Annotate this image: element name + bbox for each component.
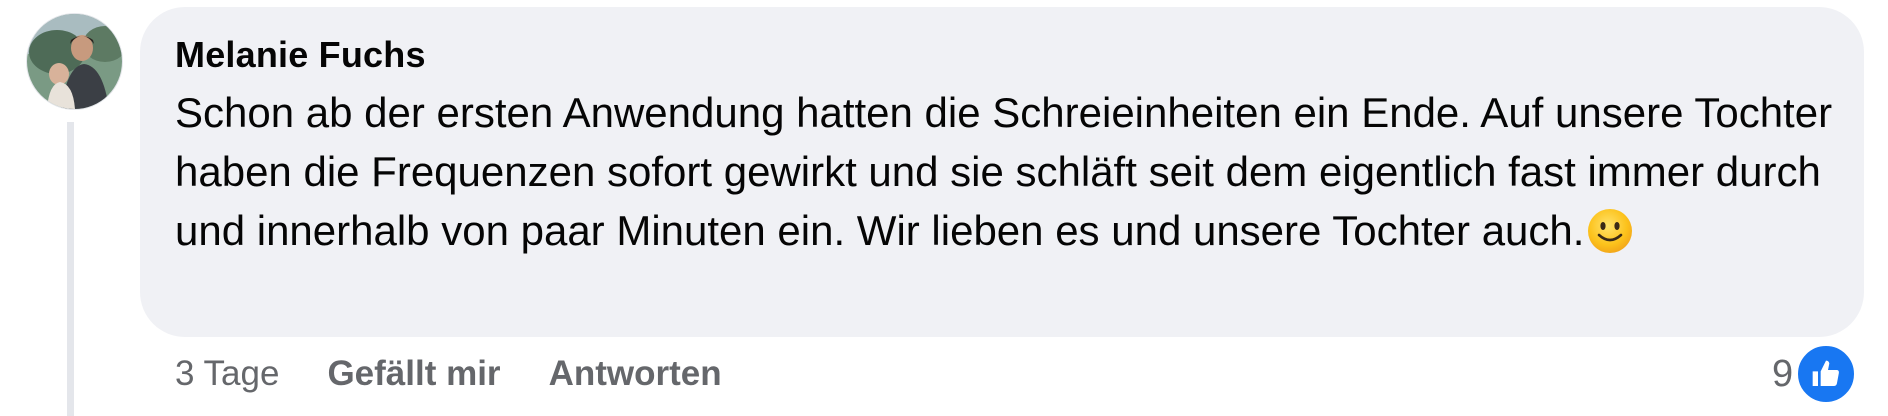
like-button[interactable]: Gefällt mir	[327, 354, 500, 394]
comment-bubble: Melanie Fuchs Schon ab der ersten Anwend…	[140, 7, 1864, 337]
comment-actions: 3 Tage Gefällt mir Antworten	[175, 350, 770, 398]
reply-thread-line	[67, 122, 74, 416]
comment-author[interactable]: Melanie Fuchs	[175, 34, 426, 76]
avatar-photo	[27, 14, 122, 109]
comment-text: Schon ab der ersten Anwendung hatten die…	[175, 89, 1833, 254]
avatar[interactable]	[26, 13, 123, 110]
reply-button[interactable]: Antworten	[549, 354, 722, 394]
comment-timestamp[interactable]: 3 Tage	[175, 354, 279, 394]
slightly-smiling-face-icon	[1586, 207, 1634, 255]
reaction-summary[interactable]: 9	[1772, 343, 1858, 405]
reaction-count: 9	[1772, 352, 1794, 395]
thumbs-up-icon	[1795, 343, 1858, 405]
comment-body: Schon ab der ersten Anwendung hatten die…	[175, 83, 1855, 260]
